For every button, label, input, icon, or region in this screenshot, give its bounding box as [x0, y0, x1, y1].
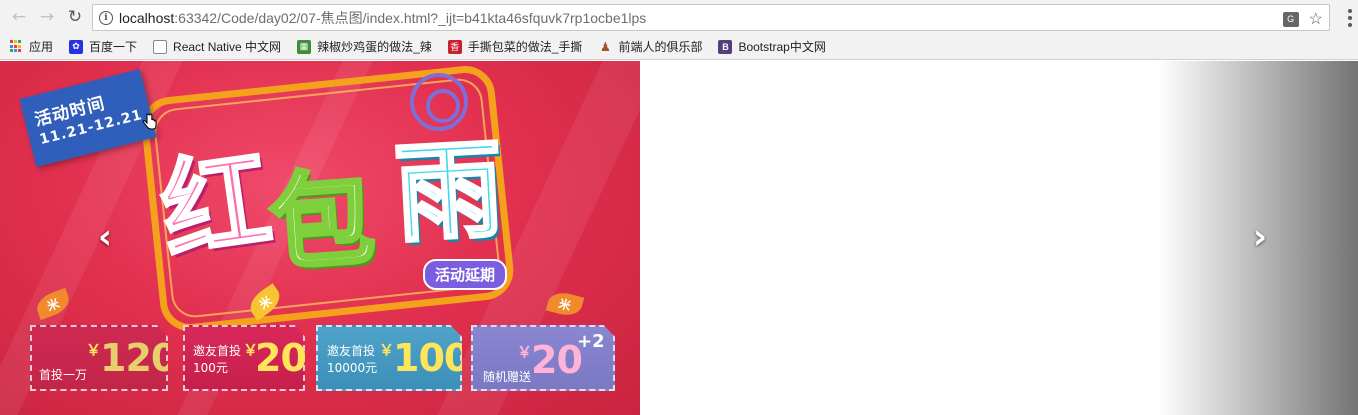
recipe-icon: ▦	[297, 39, 312, 54]
coupon-card: 邀友首投 10000元 ￥ 100	[316, 325, 462, 391]
coupon-card: 邀友首投 100元 ￥ 20	[183, 325, 305, 391]
hand-cursor-icon	[142, 113, 157, 130]
coupon-label-line1: 邀友首投	[193, 344, 242, 358]
bookmark-baidu[interactable]: ✿ 百度一下	[69, 38, 137, 55]
url-host: localhost	[119, 9, 175, 26]
coupon-label: 首投一万	[39, 368, 88, 382]
browser-menu-icon[interactable]	[1348, 9, 1352, 27]
apps-grid-icon	[10, 40, 23, 53]
bookmark-recipe-1[interactable]: ▦ 辣椒炒鸡蛋的做法_辣	[297, 38, 432, 55]
bookmark-label: React Native 中文网	[173, 40, 282, 54]
translate-icon[interactable]: G	[1282, 11, 1299, 27]
coupon-label-line1: 邀友首投	[327, 344, 376, 358]
coupon-bonus: +2	[577, 331, 605, 352]
coupon-label-line2: 100元	[193, 361, 228, 375]
chevron-left-icon: ‹	[97, 217, 112, 257]
info-icon[interactable]: i	[99, 10, 113, 25]
coupon-amount: 20	[255, 336, 306, 380]
carousel-prev-button[interactable]: ‹	[90, 217, 120, 257]
forward-arrow-icon[interactable]: →	[36, 6, 58, 28]
bookmark-label: Bootstrap中文网	[738, 40, 826, 54]
title-char-bao: 包	[264, 155, 380, 288]
page-icon	[153, 39, 168, 54]
baidu-paw-icon: ✿	[69, 39, 84, 54]
browser-toolbar: ← → ↻ i localhost:63342/Code/day02/07-焦点…	[0, 0, 1358, 34]
carousel: 活动时间 11.21-12.21 红 包 雨 活动延期 米 米 米 首投一万 ￥…	[0, 61, 1358, 415]
xiang-icon: 香	[447, 39, 462, 54]
bookmark-frontend-club[interactable]: ♟ 前端人的俱乐部	[598, 38, 702, 55]
coupon-card: 随机赠送 ￥ 20 +2	[471, 325, 615, 391]
coupon-amount: 120	[100, 336, 177, 380]
back-arrow-icon[interactable]: ←	[8, 6, 30, 28]
bookmark-bootstrap[interactable]: B Bootstrap中文网	[718, 38, 826, 55]
coupon-amount: 20	[531, 338, 583, 382]
bookmark-star-icon[interactable]: ☆	[1309, 9, 1323, 29]
bookmark-label: 百度一下	[89, 40, 138, 54]
bookmark-react-native[interactable]: React Native 中文网	[153, 38, 281, 55]
reload-icon[interactable]: ↻	[64, 6, 86, 28]
coupon-amount: 100	[393, 336, 470, 380]
coupon-yen: ￥	[517, 343, 533, 361]
coupon-label: 随机赠送	[483, 370, 532, 384]
chevron-right-icon: ›	[1252, 217, 1267, 257]
bookmarks-bar: 应用 ✿ 百度一下 React Native 中文网 ▦ 辣椒炒鸡蛋的做法_辣 …	[0, 34, 1358, 60]
title-char-yu: 雨	[390, 126, 507, 259]
coupon-card: 首投一万 ￥ 120	[30, 325, 168, 391]
coupon-yen: ￥	[379, 341, 395, 359]
carousel-next-button[interactable]: ›	[1245, 217, 1275, 257]
bootstrap-icon: B	[718, 39, 733, 54]
bookmark-label: 手撕包菜的做法_手撕	[467, 40, 583, 54]
coupon-label-line2: 10000元	[327, 361, 378, 375]
spiral-decoration	[410, 73, 468, 131]
url-path: :63342/Code/day02/07-焦点图/index.html?_ijt…	[174, 9, 647, 26]
bookmark-apps[interactable]: 应用	[10, 38, 53, 55]
bookmark-label: 辣椒炒鸡蛋的做法_辣	[317, 40, 432, 54]
bookmark-label: 应用	[29, 40, 54, 54]
address-bar[interactable]: i localhost:63342/Code/day02/07-焦点图/inde…	[92, 4, 1330, 31]
bookmark-recipe-2[interactable]: 香 手撕包菜的做法_手撕	[447, 38, 583, 55]
person-icon: ♟	[600, 39, 611, 54]
title-char-hong: 红	[152, 136, 279, 278]
bookmark-label: 前端人的俱乐部	[618, 40, 703, 54]
coupon-yen: ￥	[86, 341, 102, 359]
extend-badge: 活动延期	[423, 259, 508, 290]
